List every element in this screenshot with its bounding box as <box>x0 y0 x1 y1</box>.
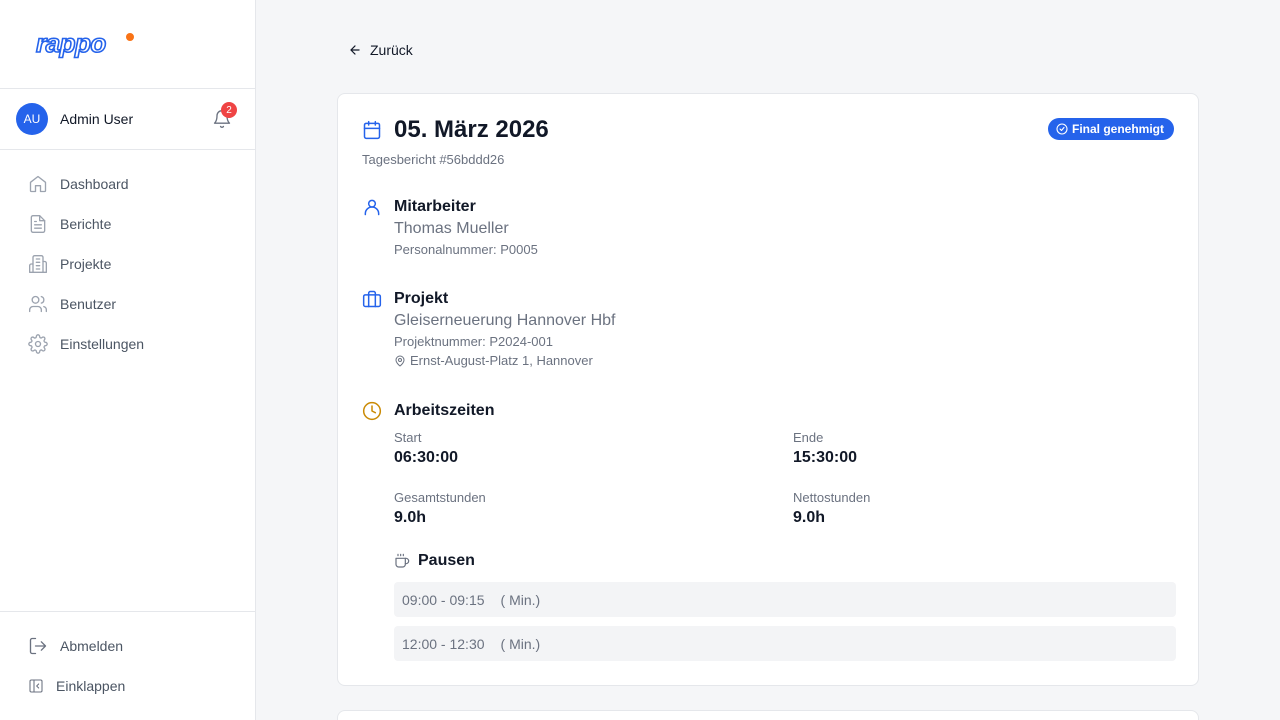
collapse-icon <box>29 679 43 693</box>
notification-count-badge: 2 <box>221 102 237 118</box>
logo-dot <box>126 33 134 41</box>
calendar-icon <box>363 120 381 140</box>
project-number: Projektnummer: P2024-001 <box>394 334 553 349</box>
back-button[interactable]: Zurück <box>348 40 413 60</box>
time-label: Start <box>394 430 422 445</box>
user-icon <box>364 199 380 216</box>
nav-label: Projekte <box>60 256 112 272</box>
employee-name: Thomas Mueller <box>394 220 509 237</box>
bottom-nav: Abmelden Einklappen <box>28 634 125 714</box>
nav-label: Benutzer <box>60 296 117 312</box>
project-address: Ernst-August-Platz 1, Hannover <box>394 353 615 368</box>
break-minutes: ( Min.) <box>500 591 541 608</box>
sidebar-divider <box>0 149 255 150</box>
section-title: Projekt <box>394 290 449 307</box>
breaks-header: Pausen <box>394 552 475 570</box>
nav-item-projekte[interactable]: Projekte <box>28 252 144 276</box>
building-icon <box>29 255 47 273</box>
collapse-sidebar-button[interactable]: Einklappen <box>28 674 125 698</box>
time-value: 15:30:00 <box>793 449 858 466</box>
time-value: 9.0h <box>394 509 427 526</box>
section-title: Mitarbeiter <box>394 198 476 215</box>
total-hours: Gesamtstunden 9.0h <box>394 490 694 527</box>
break-range: 12:00 - 12:30 <box>402 635 485 652</box>
nav-label: Einklappen <box>56 678 126 694</box>
nav-item-einstellungen[interactable]: Einstellungen <box>28 332 144 356</box>
nav-item-berichte[interactable]: Berichte <box>28 212 144 236</box>
page-title: 05. März 2026 <box>394 116 549 143</box>
work-times-section: Arbeitszeiten <box>362 400 494 422</box>
report-card: 05. März 2026 Tagesbericht #56bddd26 Fin… <box>337 93 1199 686</box>
time-value: 06:30:00 <box>394 449 459 466</box>
section-title: Pausen <box>418 552 475 569</box>
avatar: AU <box>16 103 48 135</box>
nav-label: Dashboard <box>60 176 129 192</box>
address-text: Ernst-August-Platz 1, Hannover <box>410 353 593 368</box>
logout-icon <box>29 637 47 655</box>
project-name: Gleiserneuerung Hannover Hbf <box>394 312 616 329</box>
sidebar-divider <box>0 88 255 89</box>
home-icon <box>29 175 47 193</box>
nav-label: Abmelden <box>60 638 124 654</box>
users-icon <box>29 295 47 313</box>
nav-item-dashboard[interactable]: Dashboard <box>28 172 144 196</box>
section-title: Arbeitszeiten <box>394 402 495 419</box>
check-circle-icon <box>1056 123 1068 135</box>
status-label: Final genehmigt <box>1071 122 1164 136</box>
rappo-logo[interactable]: rappo <box>35 28 146 60</box>
break-item: 12:00 - 12:30 ( Min.) <box>394 626 1176 661</box>
sidebar-divider <box>0 611 255 612</box>
clock-icon <box>362 401 382 421</box>
user-profile[interactable]: AU Admin User 2 <box>16 102 238 135</box>
main-nav: Dashboard Berichte Projekte Benutzer Ein… <box>28 172 144 372</box>
status-badge: Final genehmigt <box>1047 118 1174 140</box>
logout-button[interactable]: Abmelden <box>28 634 125 658</box>
gear-icon <box>28 334 48 354</box>
break-range: 09:00 - 09:15 <box>402 591 485 608</box>
end-time: Ende 15:30:00 <box>793 430 1093 467</box>
nav-label: Berichte <box>60 216 112 232</box>
time-value: 9.0h <box>793 509 826 526</box>
time-label: Ende <box>793 430 824 445</box>
sidebar: rappo AU Admin User 2 Dashboard Berichte… <box>0 0 256 720</box>
report-header: 05. März 2026 <box>362 116 549 144</box>
document-icon <box>30 215 46 233</box>
logo-text: rappo <box>35 28 107 58</box>
personnel-number: Personalnummer: P0005 <box>394 242 538 257</box>
map-pin-icon <box>395 355 405 366</box>
back-label: Zurück <box>370 42 413 58</box>
briefcase-icon <box>362 290 382 308</box>
net-hours: Nettostunden 9.0h <box>793 490 1093 527</box>
report-id: Tagesbericht #56bddd26 <box>362 152 505 167</box>
next-card <box>337 710 1199 720</box>
time-label: Gesamtstunden <box>394 490 486 505</box>
break-minutes: ( Min.) <box>500 635 541 652</box>
user-name: Admin User <box>60 111 134 127</box>
arrow-left-icon <box>350 45 360 55</box>
time-label: Nettostunden <box>793 490 871 505</box>
nav-item-benutzer[interactable]: Benutzer <box>28 292 144 316</box>
coffee-icon <box>395 553 410 568</box>
project-section: Projekt Gleiserneuerung Hannover Hbf Pro… <box>362 288 615 368</box>
start-time: Start 06:30:00 <box>394 430 694 467</box>
employee-section: Mitarbeiter Thomas Mueller Personalnumme… <box>362 196 538 257</box>
nav-label: Einstellungen <box>60 336 145 352</box>
break-item: 09:00 - 09:15 ( Min.) <box>394 582 1176 617</box>
